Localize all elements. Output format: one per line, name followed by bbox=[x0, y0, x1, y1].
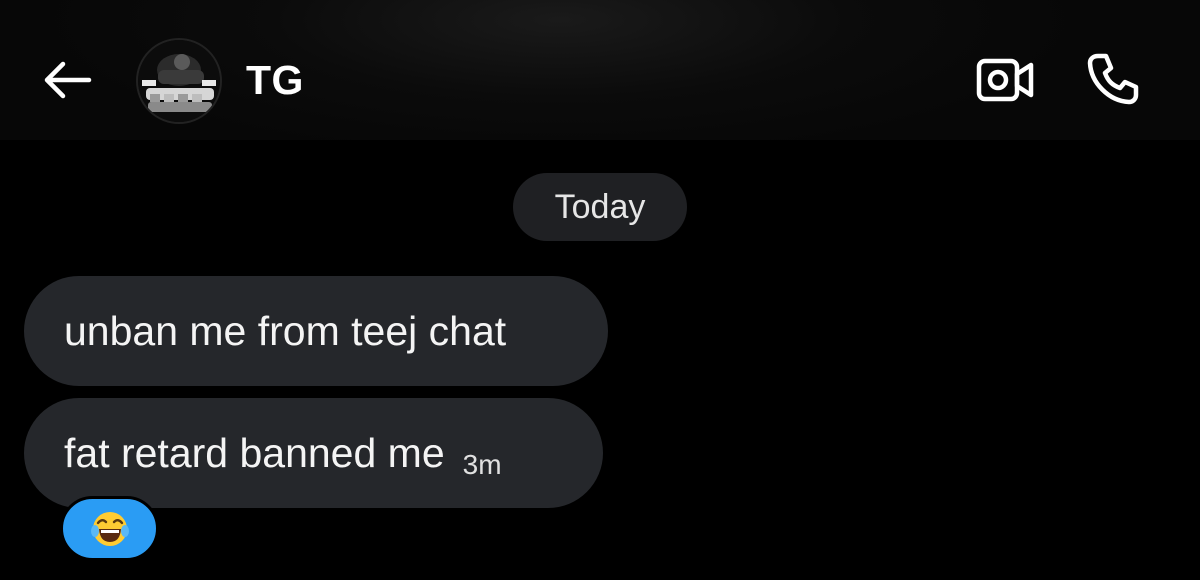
phone-call-icon bbox=[1087, 53, 1139, 105]
chat-header: TG bbox=[0, 0, 1200, 140]
back-button[interactable] bbox=[38, 55, 94, 105]
voice-call-button[interactable] bbox=[1078, 46, 1148, 112]
reaction-badge[interactable] bbox=[60, 496, 159, 561]
date-separator: Today bbox=[513, 173, 687, 241]
contact-photo bbox=[138, 40, 220, 122]
message-text: unban me from teej chat bbox=[64, 307, 507, 354]
video-call-icon bbox=[976, 58, 1034, 102]
message-text: fat retard banned me bbox=[64, 429, 445, 476]
message-bubble[interactable]: unban me from teej chat bbox=[24, 276, 608, 386]
message-bubble[interactable]: fat retard banned me 3m bbox=[24, 398, 603, 508]
avatar[interactable] bbox=[136, 38, 222, 124]
contact-name[interactable]: TG bbox=[246, 55, 304, 105]
video-call-button[interactable] bbox=[970, 48, 1040, 112]
face-with-tears-of-joy-icon bbox=[90, 511, 129, 546]
arrow-left-icon bbox=[44, 61, 92, 99]
message-timestamp: 3m bbox=[462, 449, 502, 480]
